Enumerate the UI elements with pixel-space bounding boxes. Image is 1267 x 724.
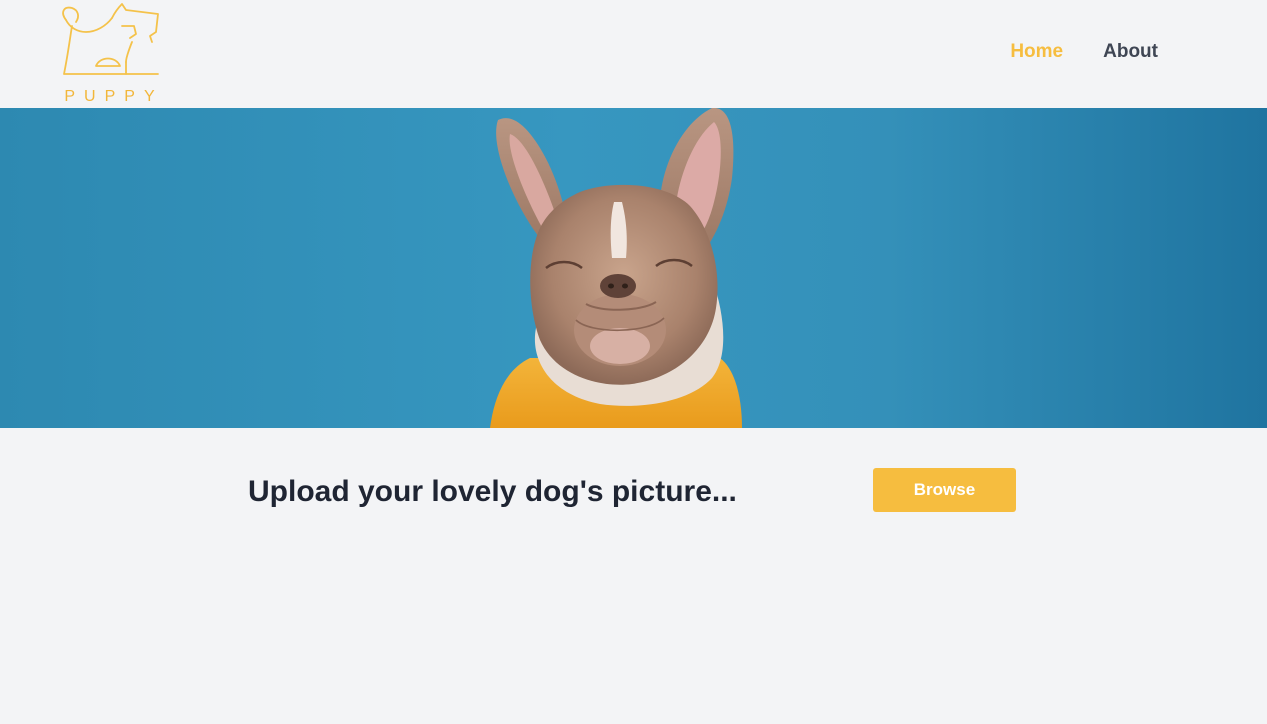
brand-logo[interactable]: PUPPY xyxy=(52,2,168,106)
brand-name: PUPPY xyxy=(64,88,164,105)
browse-button[interactable]: Browse xyxy=(873,468,1016,512)
dog-outline-logo-icon xyxy=(62,3,159,75)
nav-about-link[interactable]: About xyxy=(1103,41,1158,63)
main-nav: Home About xyxy=(1010,41,1158,63)
nav-home-link[interactable]: Home xyxy=(1010,41,1063,63)
french-bulldog-photo xyxy=(490,108,742,428)
site-header: PUPPY Home About xyxy=(0,0,1267,108)
upload-section: Upload your lovely dog's picture... Brow… xyxy=(0,428,1267,548)
hero-banner xyxy=(0,108,1267,428)
upload-heading: Upload your lovely dog's picture... xyxy=(248,475,737,508)
